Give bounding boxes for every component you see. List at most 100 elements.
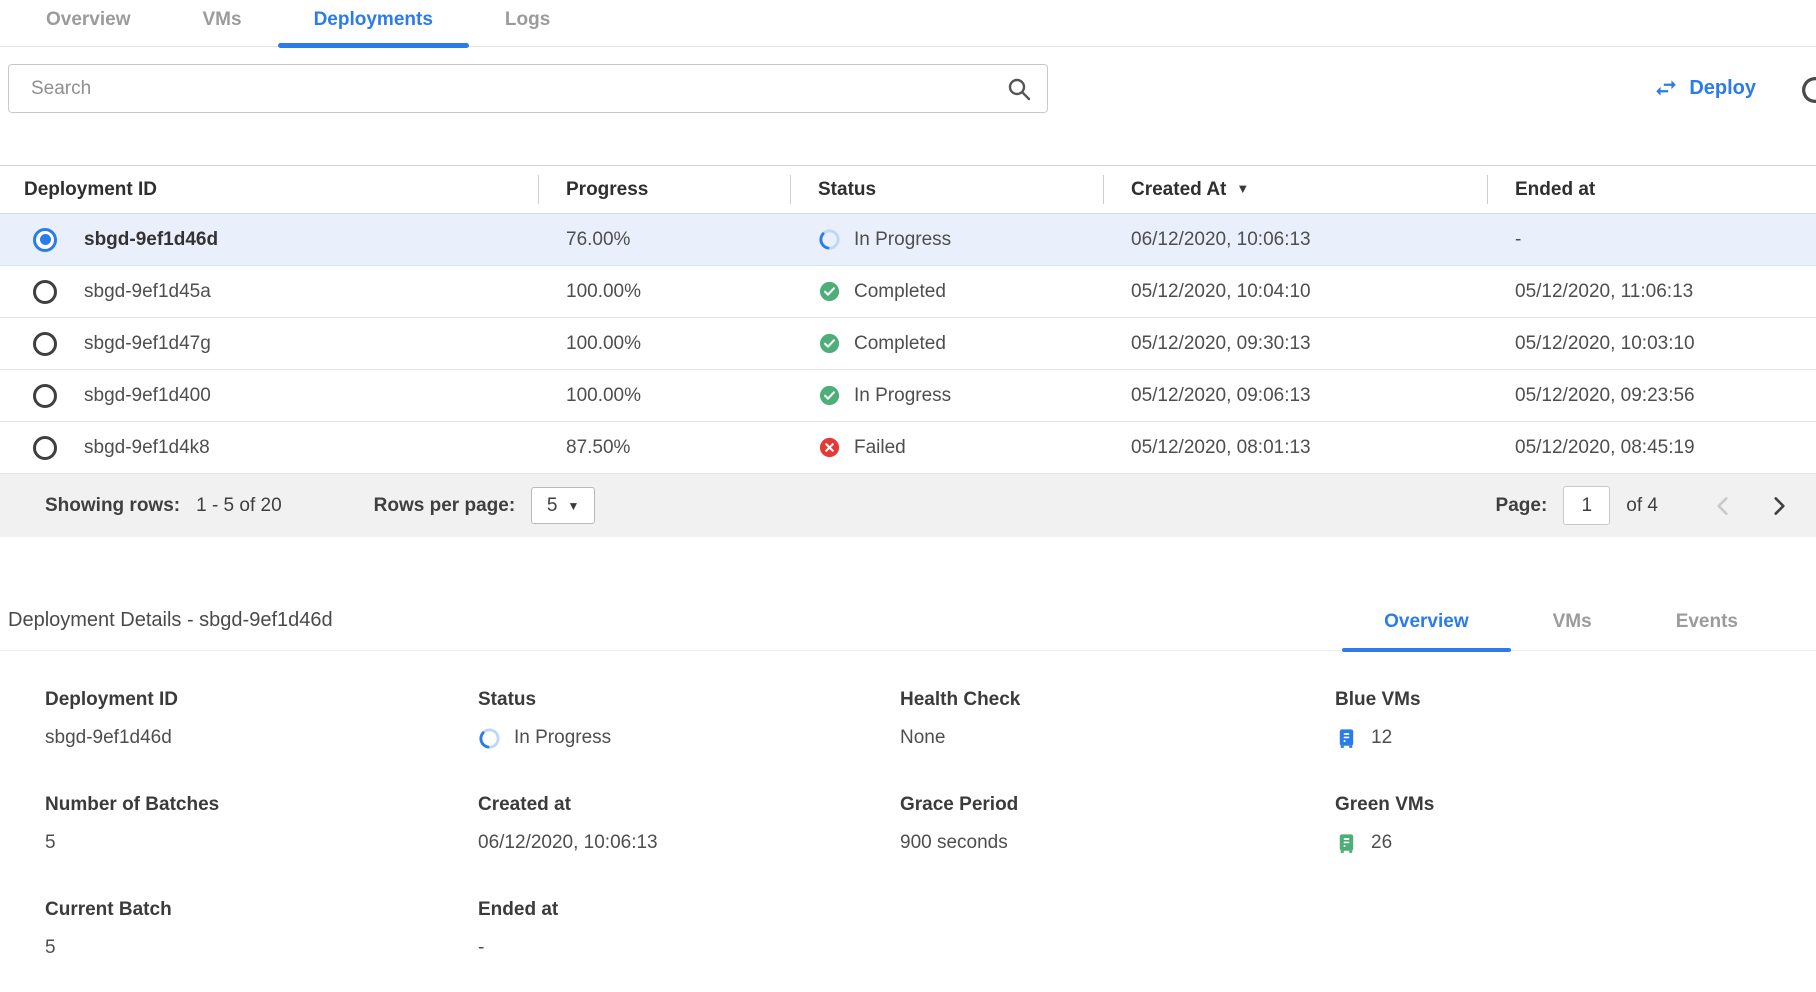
deployments-table: Deployment ID Progress Status Created At… bbox=[0, 165, 1816, 474]
table-row[interactable]: sbgd-9ef1d47g 100.00% Completed 05/12/20… bbox=[0, 318, 1816, 370]
field-value: 5 bbox=[45, 832, 56, 854]
field-value: 26 bbox=[1371, 832, 1392, 854]
field-value: 06/12/2020, 10:06:13 bbox=[478, 832, 658, 854]
search-field bbox=[8, 64, 1048, 113]
deployment-id: sbgd-9ef1d4k8 bbox=[84, 437, 210, 459]
search-icon bbox=[1006, 76, 1032, 102]
field-number-of-batches: Number of Batches 5 bbox=[45, 794, 478, 855]
deploy-label: Deploy bbox=[1689, 77, 1756, 100]
details-tab-overview[interactable]: Overview bbox=[1342, 601, 1511, 650]
search-input[interactable] bbox=[8, 64, 1048, 113]
field-grace-period: Grace Period 900 seconds bbox=[900, 794, 1335, 855]
showing-rows-value: 1 - 5 of 20 bbox=[196, 495, 282, 517]
field-status: Status In Progress bbox=[478, 689, 900, 750]
table-row[interactable]: sbgd-9ef1d45a 100.00% Completed 05/12/20… bbox=[0, 266, 1816, 318]
sort-desc-icon: ▼ bbox=[1236, 181, 1249, 196]
progress-value: 87.50% bbox=[538, 422, 790, 474]
details-tab-events[interactable]: Events bbox=[1634, 601, 1780, 650]
field-health-check: Health Check None bbox=[900, 689, 1335, 750]
col-header-status[interactable]: Status bbox=[790, 166, 1103, 214]
page-number-input[interactable] bbox=[1563, 486, 1610, 525]
tab-deployments[interactable]: Deployments bbox=[278, 0, 469, 46]
progress-value: 100.00% bbox=[538, 318, 790, 370]
created-at-label: Created At bbox=[1131, 179, 1226, 200]
progress-value: 100.00% bbox=[538, 370, 790, 422]
completed-check-icon bbox=[818, 384, 841, 407]
field-label: Deployment ID bbox=[45, 689, 478, 711]
field-label: Created at bbox=[478, 794, 900, 816]
pagination-footer: Showing rows: 1 - 5 of 20 Rows per page:… bbox=[0, 474, 1816, 537]
ended-at-value: 05/12/2020, 08:45:19 bbox=[1487, 422, 1816, 474]
status-label: Failed bbox=[854, 437, 906, 459]
refresh-icon[interactable] bbox=[1798, 73, 1816, 107]
previous-page-icon[interactable] bbox=[1710, 493, 1736, 519]
field-green-vms: Green VMs 26 bbox=[1335, 794, 1816, 855]
deployment-details-grid: Deployment ID sbgd-9ef1d46d Status In Pr… bbox=[45, 689, 1816, 960]
details-tab-vms[interactable]: VMs bbox=[1511, 601, 1634, 650]
field-label: Ended at bbox=[478, 899, 900, 921]
table-header-row: Deployment ID Progress Status Created At… bbox=[0, 166, 1816, 214]
in-progress-spinner-icon bbox=[818, 228, 841, 251]
field-label: Current Batch bbox=[45, 899, 478, 921]
progress-value: 100.00% bbox=[538, 266, 790, 318]
field-label: Green VMs bbox=[1335, 794, 1816, 816]
ended-at-value: 05/12/2020, 10:03:10 bbox=[1487, 318, 1816, 370]
field-label: Health Check bbox=[900, 689, 1335, 711]
completed-check-icon bbox=[818, 332, 841, 355]
field-deployment-id: Deployment ID sbgd-9ef1d46d bbox=[45, 689, 478, 750]
field-label: Blue VMs bbox=[1335, 689, 1816, 711]
row-radio[interactable] bbox=[33, 280, 57, 304]
col-header-ended-at[interactable]: Ended at bbox=[1487, 166, 1816, 214]
created-at-value: 05/12/2020, 10:04:10 bbox=[1103, 266, 1487, 318]
swap-arrows-icon bbox=[1653, 75, 1679, 101]
status-label: In Progress bbox=[854, 229, 951, 251]
created-at-value: 05/12/2020, 09:30:13 bbox=[1103, 318, 1487, 370]
next-page-icon[interactable] bbox=[1766, 493, 1792, 519]
blue-vm-server-icon bbox=[1335, 727, 1358, 750]
field-ended-at: Ended at - bbox=[478, 899, 900, 960]
row-radio[interactable] bbox=[33, 332, 57, 356]
main-tabbar: Overview VMs Deployments Logs bbox=[0, 0, 1816, 47]
tab-vms[interactable]: VMs bbox=[167, 0, 278, 46]
row-radio-selected[interactable] bbox=[33, 228, 57, 252]
tab-logs[interactable]: Logs bbox=[469, 0, 586, 46]
status-label: Completed bbox=[854, 281, 946, 303]
rows-per-page-label: Rows per page: bbox=[374, 495, 515, 517]
rows-per-page-value: 5 bbox=[547, 495, 558, 517]
ended-at-value: 05/12/2020, 11:06:13 bbox=[1487, 266, 1816, 318]
deployment-id: sbgd-9ef1d47g bbox=[84, 333, 211, 355]
field-value: sbgd-9ef1d46d bbox=[45, 727, 172, 749]
ended-at-value: 05/12/2020, 09:23:56 bbox=[1487, 370, 1816, 422]
status-label: Completed bbox=[854, 333, 946, 355]
field-value: 900 seconds bbox=[900, 832, 1008, 854]
completed-check-icon bbox=[818, 280, 841, 303]
ended-at-value: - bbox=[1487, 214, 1816, 266]
field-value: 12 bbox=[1371, 727, 1392, 749]
field-created-at: Created at 06/12/2020, 10:06:13 bbox=[478, 794, 900, 855]
tab-overview[interactable]: Overview bbox=[10, 0, 167, 46]
deployment-id: sbgd-9ef1d45a bbox=[84, 281, 211, 303]
rows-per-page-select[interactable]: 5 ▼ bbox=[531, 487, 595, 524]
deployment-id: sbgd-9ef1d46d bbox=[84, 229, 218, 251]
field-value: In Progress bbox=[514, 727, 611, 749]
status-label: In Progress bbox=[854, 385, 951, 407]
row-radio[interactable] bbox=[33, 384, 57, 408]
field-value: 5 bbox=[45, 937, 56, 959]
deployments-toolbar: Deploy bbox=[0, 47, 1816, 165]
table-row[interactable]: sbgd-9ef1d4k8 87.50% Failed 05/12/2020, … bbox=[0, 422, 1816, 474]
table-row[interactable]: sbgd-9ef1d46d 76.00% In Progress 06/12/2… bbox=[0, 214, 1816, 266]
col-header-created-at[interactable]: Created At ▼ bbox=[1103, 166, 1487, 214]
deployment-id: sbgd-9ef1d400 bbox=[84, 385, 211, 407]
deployment-details-header: Deployment Details - sbgd-9ef1d46d Overv… bbox=[0, 601, 1816, 651]
field-value: None bbox=[900, 727, 945, 749]
col-header-deployment-id[interactable]: Deployment ID bbox=[0, 166, 538, 214]
page-total: of 4 bbox=[1626, 495, 1658, 517]
row-radio[interactable] bbox=[33, 436, 57, 460]
showing-rows-label: Showing rows: bbox=[45, 495, 180, 517]
field-label: Number of Batches bbox=[45, 794, 478, 816]
col-header-progress[interactable]: Progress bbox=[538, 166, 790, 214]
deploy-button[interactable]: Deploy bbox=[1653, 75, 1756, 101]
table-row[interactable]: sbgd-9ef1d400 100.00% In Progress 05/12/… bbox=[0, 370, 1816, 422]
green-vm-server-icon bbox=[1335, 832, 1358, 855]
field-current-batch: Current Batch 5 bbox=[45, 899, 478, 960]
